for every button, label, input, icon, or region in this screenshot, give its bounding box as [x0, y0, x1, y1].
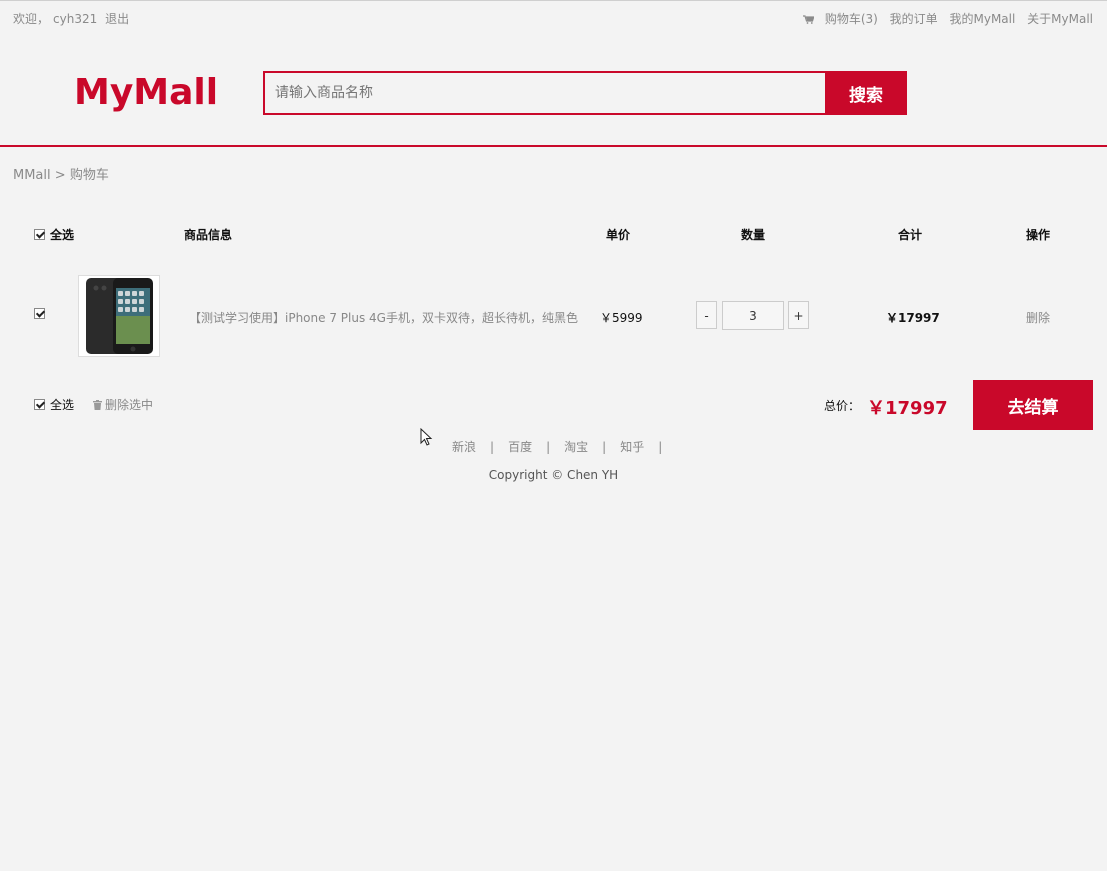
- search-button[interactable]: 搜索: [825, 71, 907, 115]
- checkout-button[interactable]: 去结算: [973, 380, 1093, 430]
- my-orders-link[interactable]: 我的订单: [890, 12, 938, 26]
- header-divider: [0, 145, 1107, 147]
- product-name-link[interactable]: 【测试学习使用】iPhone 7 Plus 4G手机，双卡双待，超长待机，纯黑色: [189, 309, 578, 326]
- top-bar: 欢迎， cyh321 退出 购物车(3) 我的订单 我的MyMall 关于MyMa…: [0, 0, 1107, 33]
- welcome-text: 欢迎，: [13, 12, 50, 26]
- item-checkbox[interactable]: [34, 308, 45, 319]
- footer-link-zhihu[interactable]: 知乎: [620, 440, 644, 454]
- breadcrumb: MMall > 购物车: [13, 164, 109, 183]
- logout-link[interactable]: 退出: [105, 12, 129, 26]
- column-info: 商品信息: [184, 228, 233, 242]
- breadcrumb-home[interactable]: MMall: [13, 168, 51, 183]
- quantity-input[interactable]: [722, 301, 784, 330]
- search-input[interactable]: [263, 71, 827, 115]
- product-image[interactable]: [78, 275, 160, 357]
- footer-link-separator: |: [602, 440, 607, 454]
- iphone-image: [86, 278, 153, 354]
- quantity-decrease-button[interactable]: -: [696, 301, 717, 329]
- unit-price: ￥5999: [600, 311, 643, 325]
- total-price-label: 总价：: [824, 399, 861, 413]
- delete-item-link[interactable]: 删除: [1026, 309, 1050, 326]
- column-subtotal: 合计: [898, 228, 923, 242]
- column-unit-price: 单价: [606, 228, 631, 242]
- footer-select-all[interactable]: 全选: [34, 396, 74, 413]
- select-all-header[interactable]: 全选: [34, 226, 74, 243]
- footer-link-separator: |: [546, 440, 551, 454]
- footer-link-separator: |: [490, 440, 495, 454]
- trash-icon: [93, 400, 102, 410]
- footer-link-separator: |: [658, 440, 663, 454]
- cart-link-label: 购物车(3): [824, 12, 878, 26]
- select-all-label: 全选: [50, 228, 75, 242]
- top-nav: 购物车(3) 我的订单 我的MyMall 关于MyMall: [795, 10, 1093, 27]
- site-logo[interactable]: MyMall: [74, 72, 218, 113]
- delete-selected-label: 删除选中: [105, 398, 154, 412]
- cart-link[interactable]: 购物车(3): [802, 12, 878, 26]
- welcome-area: 欢迎， cyh321 退出: [13, 10, 133, 27]
- my-mall-link[interactable]: 我的MyMall: [949, 12, 1015, 26]
- select-all-checkbox[interactable]: [34, 229, 45, 240]
- column-action: 操作: [1026, 228, 1051, 242]
- footer-link-sina[interactable]: 新浪: [452, 440, 476, 454]
- about-link[interactable]: 关于MyMall: [1027, 12, 1093, 26]
- footer-link-taobao[interactable]: 淘宝: [564, 440, 588, 454]
- breadcrumb-current: 购物车: [69, 168, 109, 183]
- search-bar: 搜索: [263, 71, 907, 115]
- cart-icon: [802, 15, 814, 24]
- item-subtotal: ￥17997: [886, 311, 940, 325]
- total-price-value: ￥17997: [867, 398, 948, 419]
- column-quantity: 数量: [741, 228, 766, 242]
- breadcrumb-separator: >: [54, 168, 66, 183]
- footer-link-baidu[interactable]: 百度: [508, 440, 532, 454]
- username: cyh321: [53, 12, 98, 26]
- footer-select-all-checkbox[interactable]: [34, 399, 45, 410]
- footer-links: 新浪 | 百度 | 淘宝 | 知乎 |: [452, 438, 676, 455]
- footer-select-all-label: 全选: [50, 398, 75, 412]
- copyright-text: Copyright © Chen YH: [488, 468, 619, 482]
- mouse-cursor-icon: [420, 428, 433, 446]
- quantity-increase-button[interactable]: +: [788, 301, 809, 329]
- delete-selected-link[interactable]: 删除选中: [93, 396, 153, 413]
